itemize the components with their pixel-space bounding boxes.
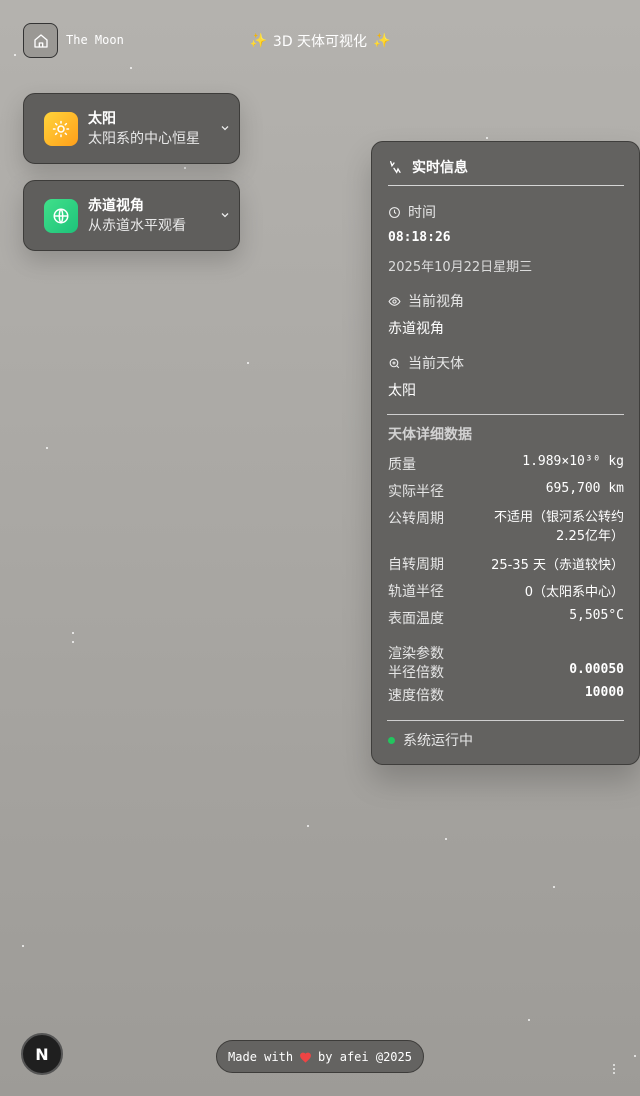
- detail-row-radius: 实际半径 695,700 km: [388, 481, 624, 508]
- render-value: 0.00050: [569, 662, 624, 677]
- page-title-text: 3D 天体可视化: [272, 34, 368, 50]
- details-title: 天体详细数据: [388, 427, 472, 443]
- n-badge-button[interactable]: N: [21, 1033, 63, 1075]
- eye-icon: [388, 296, 401, 306]
- sparkle-icon: ✨: [373, 33, 391, 49]
- detail-value: 1.989×10³⁰ kg: [522, 454, 624, 469]
- sparkle-icon: ✨: [249, 33, 267, 49]
- system-status: 系统运行中: [388, 730, 473, 750]
- globe-icon: [44, 198, 78, 233]
- view-section-label: 当前视角: [388, 291, 464, 311]
- body-label: 当前天体: [408, 356, 464, 372]
- detail-key: 自转周期: [388, 557, 444, 573]
- body-section-label: 当前天体: [388, 353, 464, 373]
- time-label: 时间: [408, 205, 436, 221]
- view-selector[interactable]: 赤道视角 从赤道水平观看: [23, 180, 240, 251]
- detail-key: 表面温度: [388, 611, 444, 627]
- render-value: 10000: [584, 685, 624, 700]
- render-title: 渲染参数: [388, 646, 444, 662]
- details-list: 质量 1.989×10³⁰ kg 实际半径 695,700 km 公转周期 不适…: [388, 454, 624, 635]
- view-label: 当前视角: [408, 294, 464, 310]
- more-dots-icon[interactable]: [611, 1064, 617, 1076]
- render-row-speed-scale: 速度倍数 10000: [388, 685, 624, 708]
- render-row-radius-scale: 半径倍数 0.00050: [388, 662, 624, 685]
- render-key: 半径倍数: [388, 665, 444, 681]
- body-selector[interactable]: 太阳 太阳系的中心恒星: [23, 93, 240, 164]
- clock-icon: [389, 206, 400, 218]
- detail-row-rotation-period: 自转周期 25-35 天（赤道较快）: [388, 554, 624, 581]
- chevron-down-icon: [221, 126, 229, 131]
- heart-icon: [300, 1052, 311, 1063]
- detail-value: 5,505°C: [569, 608, 624, 623]
- info-panel-title: 实时信息: [412, 159, 468, 176]
- detail-value: 0（太阳系中心）: [524, 585, 624, 600]
- info-panel-header: 实时信息: [388, 142, 624, 186]
- detail-row-mass: 质量 1.989×10³⁰ kg: [388, 454, 624, 481]
- detail-key: 公转周期: [388, 511, 444, 527]
- status-dot: [388, 736, 395, 744]
- sun-icon: [44, 111, 78, 146]
- detail-key: 实际半径: [388, 484, 444, 500]
- view-selector-subtitle: 从赤道水平观看: [88, 217, 186, 234]
- footer-made-with: Made with: [228, 1049, 294, 1064]
- render-list: 半径倍数 0.00050 速度倍数 10000: [388, 662, 624, 708]
- time-value: 08:18:26: [388, 230, 451, 245]
- view-value: 赤道视角: [388, 321, 444, 337]
- detail-value: 695,700 km: [545, 481, 624, 496]
- page-title: ✨ 3D 天体可视化 ✨: [0, 31, 640, 51]
- info-panel: 实时信息 时间 08:18:26 2025年10月22日星期三 当前视角 赤道视…: [371, 141, 640, 765]
- chevron-down-icon: [221, 213, 229, 218]
- detail-row-orbit-period: 公转周期 不适用（银河系公转约 2.25亿年）: [388, 508, 624, 554]
- footer-by: by afei @2025: [318, 1049, 412, 1064]
- activity-icon: [390, 160, 401, 174]
- detail-row-temperature: 表面温度 5,505°C: [388, 608, 624, 635]
- zoom-icon: [389, 358, 400, 368]
- body-value: 太阳: [388, 383, 416, 399]
- time-section-label: 时间: [388, 202, 436, 222]
- body-selector-subtitle: 太阳系的中心恒星: [88, 130, 200, 147]
- detail-key: 轨道半径: [388, 584, 444, 600]
- footer-credit[interactable]: Made with by afei @2025: [216, 1040, 424, 1073]
- detail-value: 25-35 天（赤道较快）: [491, 558, 624, 573]
- detail-value: 不适用（银河系公转约 2.25亿年）: [493, 510, 624, 544]
- divider: [387, 414, 624, 415]
- date-value: 2025年10月22日星期三: [388, 260, 533, 275]
- view-selector-title: 赤道视角: [88, 197, 144, 214]
- divider: [387, 720, 624, 721]
- status-text: 系统运行中: [403, 733, 473, 749]
- render-key: 速度倍数: [388, 688, 444, 704]
- body-selector-title: 太阳: [88, 110, 116, 127]
- detail-row-orbit-radius: 轨道半径 0（太阳系中心）: [388, 581, 624, 608]
- detail-key: 质量: [388, 457, 416, 473]
